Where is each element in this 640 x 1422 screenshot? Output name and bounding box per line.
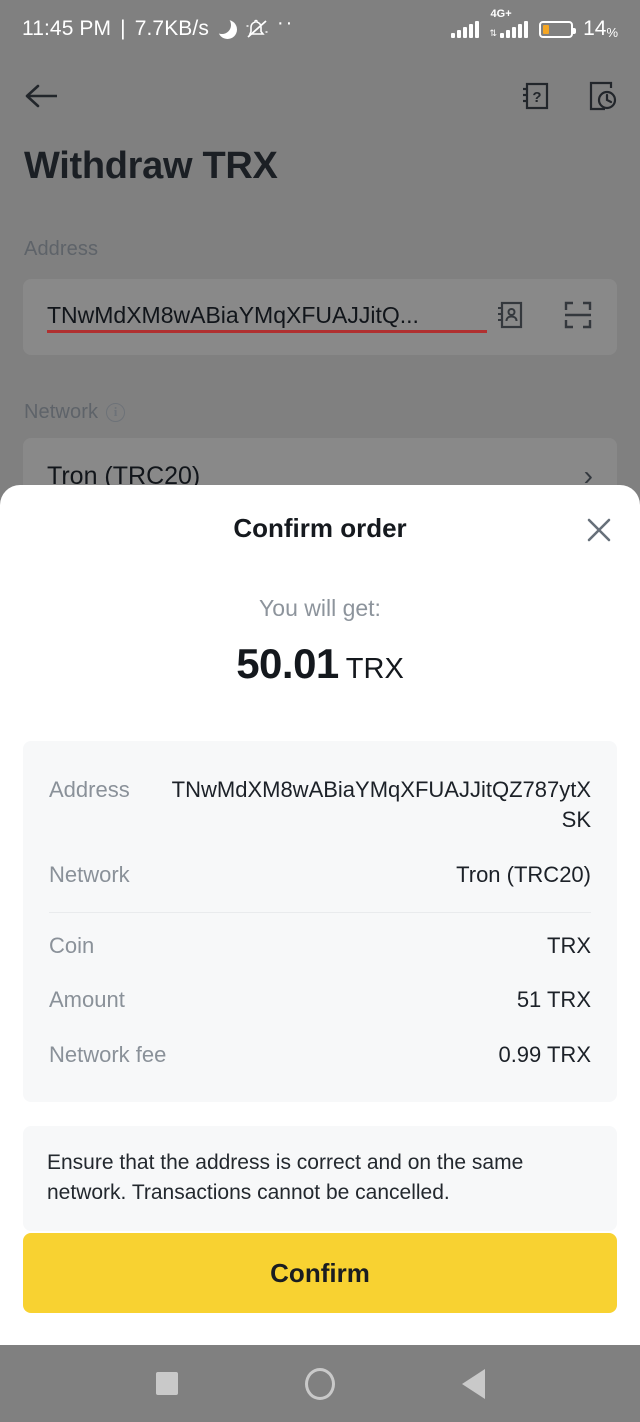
confirm-order-sheet: Confirm order You will get: 50.01 TRX Add… — [0, 485, 640, 1345]
android-nav-bar — [0, 1345, 640, 1422]
back-arrow-icon[interactable] — [22, 76, 62, 116]
app-bar-actions: ? — [518, 79, 618, 113]
network-label: Network — [24, 401, 99, 423]
address-label: Address — [24, 238, 99, 260]
status-separator: | — [120, 17, 126, 40]
status-network-speed: 7.7KB/s — [134, 17, 209, 40]
table-row: Coin TRX — [49, 919, 591, 973]
status-bar-right: 4G+ ⇅ 14% — [450, 8, 618, 41]
network-type-label: 4G+ — [490, 8, 512, 20]
signal-strength-sim1-icon — [450, 20, 479, 38]
data-arrows-icon: ⇅ — [489, 28, 498, 38]
modal-title: Confirm order — [233, 512, 407, 543]
address-actions — [495, 300, 593, 335]
amount-value: 50.01 — [236, 640, 339, 687]
confirm-button[interactable]: Confirm — [23, 1233, 617, 1313]
you-will-get-label: You will get: — [259, 595, 381, 621]
detail-value: TRX — [547, 933, 591, 959]
info-icon[interactable]: i — [106, 403, 126, 422]
close-icon[interactable] — [582, 513, 616, 547]
battery-icon — [539, 20, 577, 38]
table-row: Amount 51 TRX — [49, 973, 591, 1027]
table-row: Network fee 0.99 TRX — [49, 1028, 591, 1082]
amount-unit: TRX — [345, 653, 404, 685]
battery-fill — [543, 24, 549, 34]
detail-value: Tron (TRC20) — [456, 861, 591, 887]
recents-square-icon[interactable] — [139, 1356, 195, 1412]
detail-key: Network — [49, 861, 130, 887]
detail-value: 51 TRX — [516, 987, 591, 1013]
chevron-right-icon: › — [583, 460, 593, 491]
address-input-row[interactable]: TNwMdXM8wABiaYMqXFUAJJitQ... — [23, 279, 617, 355]
table-row: Address TNwMdXM8wABiaYMqXFUAJJitQZ787ytX… — [49, 763, 591, 848]
detail-key: Amount — [49, 987, 125, 1013]
network-label-row: Network i — [24, 401, 126, 424]
bell-muted-icon — [246, 19, 268, 39]
home-circle-icon[interactable] — [292, 1356, 348, 1412]
address-book-icon[interactable] — [495, 300, 525, 335]
transaction-history-icon[interactable] — [584, 79, 618, 113]
battery-percent: 14% — [583, 17, 618, 40]
amount-summary: 50.01 TRX — [0, 640, 640, 688]
status-bar: 11:45 PM | 7.7KB/s ·· 4G+ ⇅ 14% — [0, 0, 640, 58]
detail-key: Network fee — [49, 1041, 167, 1067]
moon-icon — [212, 15, 237, 39]
modal-header: Confirm order — [0, 485, 640, 571]
detail-key: Address — [49, 777, 130, 802]
status-bar-left: 11:45 PM | 7.7KB/s ·· — [22, 12, 295, 41]
back-triangle-icon[interactable] — [445, 1356, 501, 1412]
divider — [49, 912, 591, 914]
page-title: Withdraw TRX — [24, 145, 278, 187]
address-input[interactable]: TNwMdXM8wABiaYMqXFUAJJitQ... — [47, 302, 487, 333]
phone-screen: 11:45 PM | 7.7KB/s ·· 4G+ ⇅ 14% ? Withdr… — [0, 0, 640, 1422]
detail-value: TNwMdXM8wABiaYMqXFUAJJitQZ787ytXSK — [171, 777, 591, 833]
order-details-card: Address TNwMdXM8wABiaYMqXFUAJJitQZ787ytX… — [23, 741, 617, 1103]
svg-text:?: ? — [532, 89, 541, 106]
faq-book-icon[interactable]: ? — [518, 79, 552, 113]
table-row: Network Tron (TRC20) — [49, 848, 591, 902]
warning-box: Ensure that the address is correct and o… — [23, 1126, 617, 1231]
status-time: 11:45 PM — [22, 17, 112, 40]
detail-value: 0.99 TRX — [498, 1041, 591, 1067]
more-dots-icon: ·· — [276, 12, 295, 34]
qr-scan-icon[interactable] — [563, 300, 593, 335]
signal-strength-sim2-icon: 4G+ ⇅ — [489, 8, 529, 38]
warning-text: Ensure that the address is correct and o… — [47, 1151, 524, 1205]
detail-key: Coin — [49, 933, 95, 959]
app-bar: ? — [0, 62, 640, 130]
